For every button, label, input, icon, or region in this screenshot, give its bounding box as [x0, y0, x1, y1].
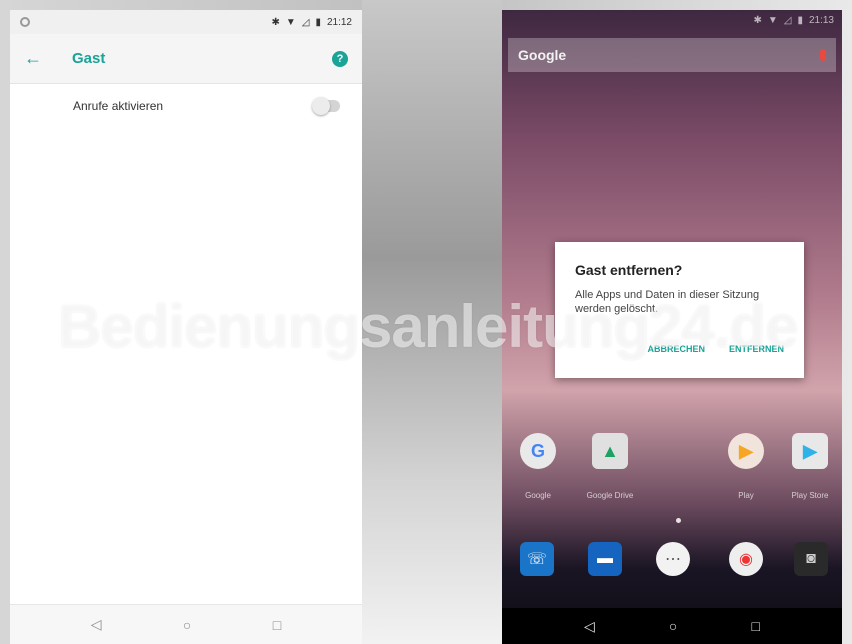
messages-icon[interactable]: ▬	[588, 542, 622, 576]
setting-row-enable-calls[interactable]: Anrufe aktivieren	[10, 84, 362, 128]
help-icon[interactable]: ?	[332, 50, 348, 67]
page-title: Gast	[72, 50, 106, 67]
home-apps-row: G Google ▲ Google Drive ▶ Play ▶ Play St…	[502, 433, 842, 503]
setting-label: Anrufe aktivieren	[73, 99, 164, 113]
app-google[interactable]: G Google	[508, 433, 568, 500]
play-store-icon: ▶	[792, 433, 828, 469]
cancel-button[interactable]: ABBRECHEN	[647, 344, 705, 354]
mic-icon[interactable]	[820, 49, 826, 61]
battery-icon: ▮	[797, 14, 803, 26]
remove-guest-dialog: Gast entfernen? Alle Apps und Daten in d…	[555, 242, 804, 378]
app-google-drive[interactable]: ▲ Google Drive	[580, 433, 640, 500]
app-play[interactable]: ▶ Play	[716, 433, 776, 500]
nav-home-button[interactable]: ○	[669, 618, 677, 634]
google-search-bar[interactable]: Google	[508, 38, 836, 72]
left-phone-screen: ✱ ▼ ◿ ▮ 21:12 ← Gast ? Anrufe aktivieren…	[10, 10, 362, 644]
play-icon: ▶	[728, 433, 764, 469]
status-time: 21:12	[326, 16, 352, 28]
phone-icon[interactable]: ☏	[520, 542, 554, 576]
notification-icon	[20, 17, 30, 27]
app-label: Google Drive	[586, 491, 634, 500]
google-icon: G	[520, 433, 556, 469]
chrome-icon[interactable]: ◉	[729, 542, 763, 576]
bluetooth-icon: ✱	[753, 14, 762, 26]
calls-toggle[interactable]	[312, 97, 340, 115]
dialog-actions: ABBRECHEN ENTFERNEN	[647, 344, 784, 354]
battery-icon: ▮	[315, 16, 321, 28]
right-phone-screen: ✱ ▼ ◿ ▮ 21:13 Google G Google ▲ Google D…	[502, 10, 842, 644]
google-logo: Google	[518, 47, 567, 63]
signal-icon: ◿	[783, 14, 792, 26]
nav-recents-button[interactable]: □	[273, 617, 281, 633]
dialog-message: Alle Apps und Daten in dieser Sitzung we…	[575, 289, 760, 315]
status-bar: ✱ ▼ ◿ ▮ 21:12	[10, 10, 362, 34]
page-indicator	[676, 518, 681, 523]
drive-icon: ▲	[592, 433, 628, 469]
arrow-left-icon[interactable]: ←	[24, 48, 58, 69]
toggle-knob	[312, 97, 330, 115]
status-time: 21:13	[808, 14, 834, 26]
background-gap	[362, 0, 502, 644]
app-label: Play Store	[791, 491, 829, 500]
dialog-title: Gast entfernen?	[575, 262, 683, 278]
nav-recents-button[interactable]: □	[751, 618, 759, 634]
app-label: Google	[525, 491, 551, 500]
nav-back-button[interactable]: ◁	[91, 616, 102, 633]
status-bar: ✱ ▼ ◿ ▮ 21:13	[502, 10, 842, 30]
wifi-icon: ▼	[767, 14, 778, 26]
bluetooth-icon: ✱	[271, 16, 280, 28]
app-label: Play	[738, 491, 754, 500]
camera-icon[interactable]: ◙	[794, 542, 828, 576]
wifi-icon: ▼	[285, 16, 296, 28]
nav-back-button[interactable]: ◁	[584, 618, 595, 635]
navigation-bar: ◁ ○ □	[502, 608, 842, 644]
app-play-store[interactable]: ▶ Play Store	[780, 433, 840, 500]
app-drawer-icon[interactable]: ⋯	[656, 542, 690, 576]
signal-icon: ◿	[301, 16, 310, 28]
app-bar: ← Gast ?	[10, 34, 362, 84]
nav-home-button[interactable]: ○	[183, 617, 191, 633]
remove-button[interactable]: ENTFERNEN	[729, 344, 784, 354]
navigation-bar: ◁ ○ □	[10, 604, 362, 644]
dock: ☏ ▬ ⋯ ◉ ◙	[502, 542, 842, 592]
